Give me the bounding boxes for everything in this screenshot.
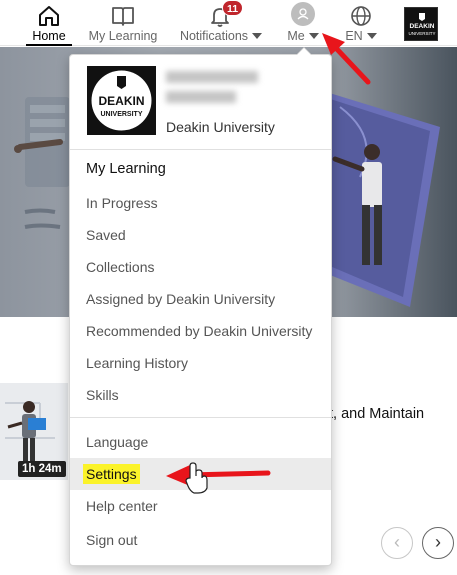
divider: [70, 417, 331, 418]
nav-home-label: Home: [32, 29, 66, 43]
menu-item-saved[interactable]: Saved: [70, 219, 331, 251]
chevron-down-icon: [252, 33, 263, 39]
chevron-down-icon: [308, 33, 319, 39]
menu-item-in-progress[interactable]: In Progress: [70, 187, 331, 219]
menu-item-my-learning[interactable]: My Learning: [70, 153, 331, 185]
divider: [70, 149, 331, 150]
chevron-left-icon: ‹: [394, 532, 400, 552]
menu-item-sign-out[interactable]: Sign out: [70, 524, 331, 556]
person-icon: [297, 8, 309, 20]
nav-me[interactable]: Me: [283, 0, 323, 46]
deakin-logo-icon: DEAKIN UNIVERSITY: [408, 13, 436, 36]
nav-me-label: Me: [283, 29, 323, 43]
menu-item-help-center[interactable]: Help center: [70, 490, 331, 522]
nav-language-label: EN: [341, 29, 381, 43]
carousel-next-button[interactable]: ›: [422, 527, 454, 559]
user-name-redacted: [166, 91, 236, 103]
nav-notifications-label: Notifications: [178, 29, 264, 43]
menu-item-collections[interactable]: Collections: [70, 251, 331, 283]
svg-text:UNIVERSITY: UNIVERSITY: [408, 31, 435, 36]
nav-my-learning-label: My Learning: [88, 29, 158, 43]
organization-name: Deakin University: [166, 119, 275, 135]
chevron-right-icon: ›: [435, 532, 441, 552]
avatar: [291, 2, 315, 26]
nav-language[interactable]: EN: [341, 0, 381, 46]
menu-item-recommended[interactable]: Recommended by Deakin University: [70, 315, 331, 347]
menu-item-learning-history[interactable]: Learning History: [70, 347, 331, 379]
book-icon: [112, 7, 134, 26]
organization-logo[interactable]: DEAKIN UNIVERSITY: [404, 7, 438, 41]
course-title[interactable]: t, and Maintain: [329, 406, 424, 422]
carousel-previous-button[interactable]: ‹: [381, 527, 413, 559]
svg-text:DEAKIN: DEAKIN: [410, 23, 435, 30]
menu-item-assigned[interactable]: Assigned by Deakin University: [70, 283, 331, 315]
top-navigation: Home My Learning 11 Notifications Me EN: [0, 0, 457, 46]
deakin-logo-icon: DEAKIN UNIVERSITY: [91, 70, 152, 131]
svg-text:UNIVERSITY: UNIVERSITY: [100, 111, 142, 118]
menu-item-skills[interactable]: Skills: [70, 379, 331, 411]
nav-home[interactable]: Home: [26, 0, 72, 46]
user-name-redacted: [166, 71, 258, 83]
nav-my-learning[interactable]: My Learning: [86, 0, 160, 46]
menu-item-settings[interactable]: Settings: [70, 458, 331, 490]
svg-text:DEAKIN: DEAKIN: [98, 94, 144, 108]
settings-highlight: Settings: [83, 464, 140, 484]
dropdown-pointer: [296, 47, 312, 55]
chevron-down-icon: [366, 33, 377, 39]
nav-notifications[interactable]: 11 Notifications: [178, 0, 264, 46]
home-icon: [39, 6, 59, 26]
menu-item-language[interactable]: Language: [70, 426, 331, 458]
active-tab-indicator: [26, 44, 72, 46]
organization-logo-large: DEAKIN UNIVERSITY: [87, 66, 156, 135]
notifications-count-badge: 11: [222, 0, 244, 16]
course-duration-badge: 1h 24m: [18, 461, 66, 477]
profile-dropdown-menu: DEAKIN UNIVERSITY Deakin University My L…: [69, 47, 332, 566]
globe-icon: [351, 6, 371, 26]
